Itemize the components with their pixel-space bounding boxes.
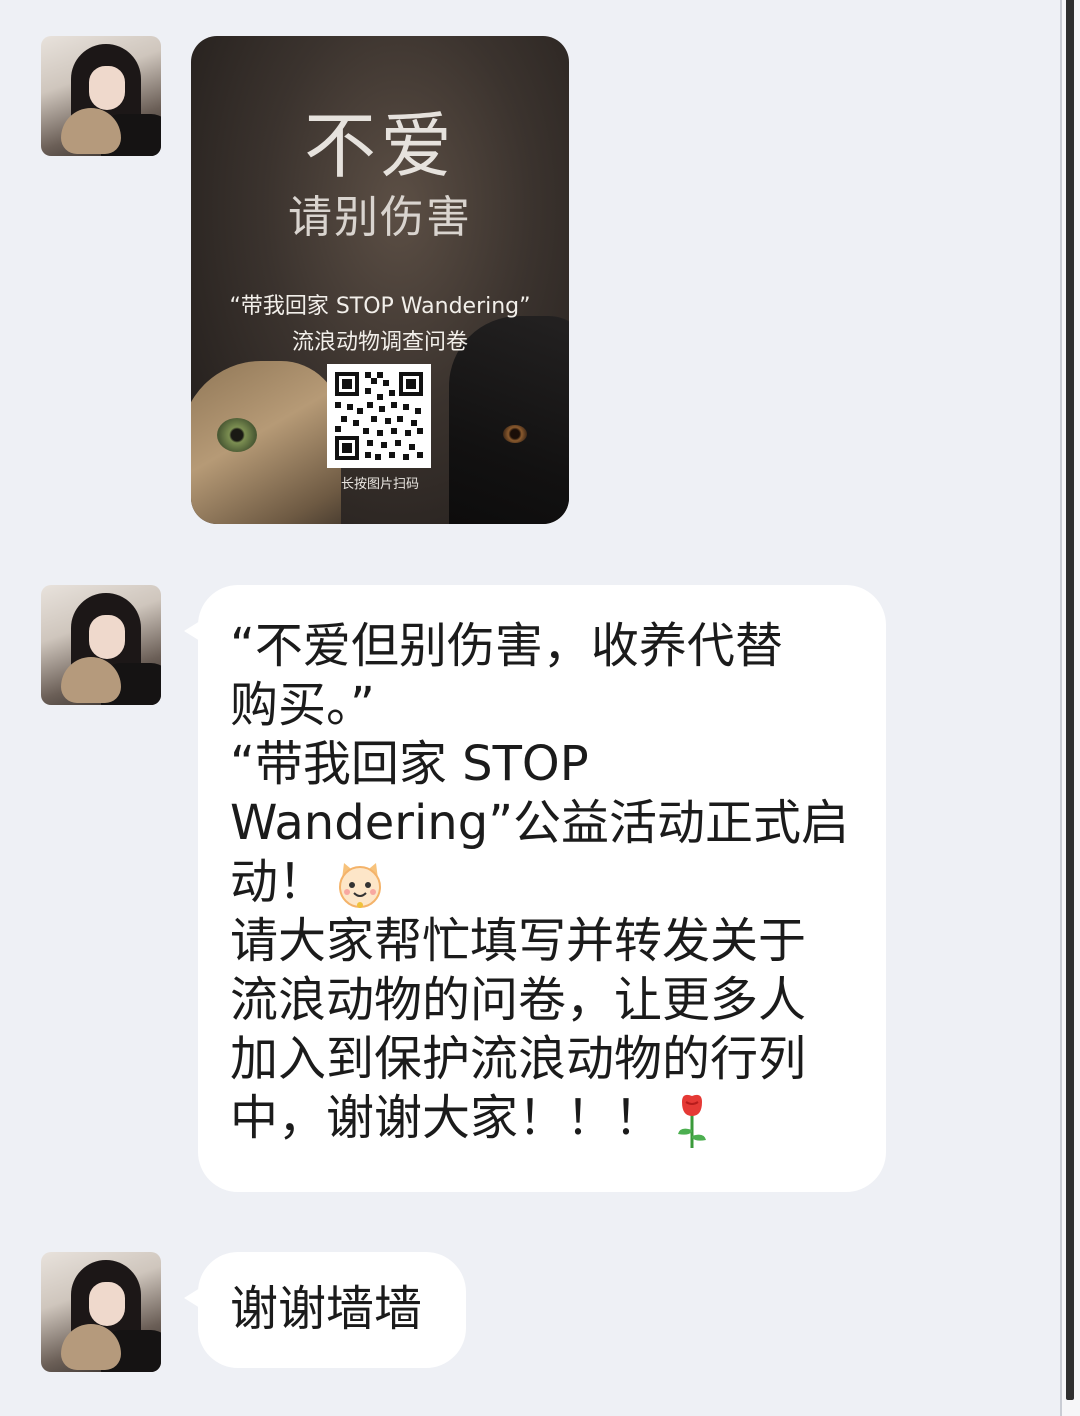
avatar[interactable]: [41, 1252, 161, 1372]
cat-eye: [217, 418, 257, 452]
text-message-bubble[interactable]: “不爱但别伤害，收养代替 购买。” “带我回家 STOP Wandering”公…: [184, 585, 886, 1192]
rose-emoji-icon: [672, 1092, 712, 1150]
cat-emoji-icon: [334, 859, 386, 911]
poster-campaign-name: “带我回家 STOP Wandering”: [229, 294, 531, 319]
avatar[interactable]: [41, 585, 161, 705]
cat-photo: [191, 361, 341, 524]
message-text: 谢谢墙墙: [230, 1281, 423, 1337]
qr-caption: 长按图片扫码: [340, 477, 419, 492]
text-message-bubble[interactable]: 谢谢墙墙: [184, 1252, 466, 1368]
qr-code[interactable]: [327, 364, 431, 468]
poster-title: 不爱: [303, 104, 456, 188]
dog-eye: [503, 425, 527, 443]
message-text: “不爱但别伤害，收养代替 购买。” “带我回家 STOP Wandering”公…: [230, 617, 870, 1150]
avatar[interactable]: [41, 36, 161, 156]
poster-subtitle: 请别伤害: [288, 192, 472, 243]
poster-image-message[interactable]: 不爱 请别伤害 “带我回家 STOP Wandering” 流浪动物调查问卷 长…: [191, 36, 569, 524]
scrollbar-thumb[interactable]: [1066, 0, 1074, 1400]
poster-survey-title: 流浪动物调查问卷: [291, 330, 468, 355]
scrollbar[interactable]: [1060, 0, 1080, 1416]
